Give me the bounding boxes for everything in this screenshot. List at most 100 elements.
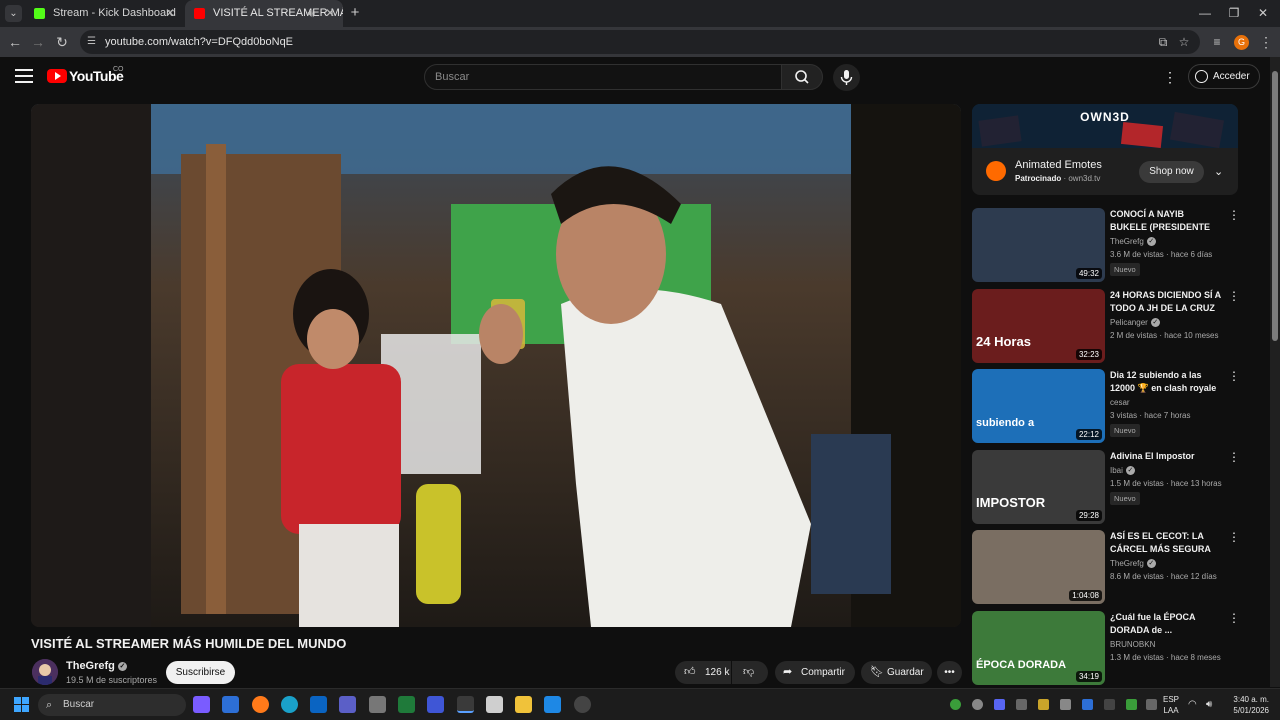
recommendation-card[interactable]: subiendo a 22:12 Dia 12 subiendo a las 120… — [972, 369, 1242, 443]
subscribe-button[interactable]: Suscribirse — [166, 661, 235, 684]
recommendation-title[interactable]: ASÍ ES EL CECOT: LA CÁRCEL MÁS SEGURA D.… — [1110, 530, 1222, 556]
copilot-icon[interactable] — [193, 696, 210, 713]
video-thumbnail[interactable]: subiendo a 22:12 — [972, 369, 1105, 443]
tab-search-button[interactable]: ⌄ — [5, 5, 22, 22]
tab-youtube-video[interactable]: VISITÉ AL STREAMER MÁS H 🔊︎ ✕ — [185, 0, 343, 27]
app-icon[interactable] — [486, 696, 503, 713]
microsoft-store-icon[interactable] — [222, 696, 239, 713]
tray-icon[interactable] — [1060, 699, 1071, 710]
firefox-icon[interactable] — [252, 696, 269, 713]
media-controls-icon[interactable]: ≡ — [1207, 32, 1227, 52]
outlook-icon[interactable] — [310, 696, 327, 713]
volume-icon[interactable]: 🔊︎ — [1206, 699, 1217, 710]
system-clock[interactable]: 3:40 a. m. 5/01/2026 — [1225, 694, 1269, 716]
video-player[interactable] — [31, 104, 961, 627]
site-info-icon[interactable]: ☰ — [87, 36, 99, 48]
recommendation-channel[interactable]: cesar — [1110, 398, 1130, 407]
input-language[interactable]: ESP LAA — [1163, 694, 1179, 716]
scrollbar-thumb[interactable] — [1272, 71, 1278, 341]
recommendation-card[interactable]: IMPOSTOR 29:28 Adivina El Impostor Ibai ✓ 1.5… — [972, 450, 1242, 524]
close-window-button[interactable]: ✕ — [1246, 0, 1280, 27]
profile-avatar[interactable]: G — [1234, 35, 1249, 50]
channel-name-text[interactable]: TheGrefg — [66, 660, 115, 672]
app-icon[interactable] — [544, 696, 561, 713]
recommendation-card[interactable]: 24 Horas 32:23 24 HORAS DICIENDO SÍ A TODO… — [972, 289, 1242, 363]
video-thumbnail[interactable]: 24 Horas 32:23 — [972, 289, 1105, 363]
kebab-menu-icon[interactable]: ⋮ — [1228, 289, 1240, 303]
browser-menu-icon[interactable]: ⋮ — [1256, 32, 1276, 52]
bookmark-star-icon[interactable]: ☆ — [1174, 32, 1194, 52]
recommendation-title[interactable]: CONOCÍ A NAYIB BUKELE (PRESIDENTE DE EL … — [1110, 208, 1222, 234]
dislike-button[interactable]: 👎︎ — [732, 661, 768, 684]
voice-search-button[interactable] — [833, 64, 860, 91]
recommendation-title[interactable]: ¿Cuál fue la ÉPOCA DORADA de ... — [1110, 611, 1222, 637]
reload-button[interactable]: ↻ — [52, 32, 72, 52]
tray-icon[interactable] — [1016, 699, 1027, 710]
app-icon[interactable] — [427, 696, 444, 713]
kebab-menu-icon[interactable]: ⋮ — [1228, 369, 1240, 383]
search-button[interactable] — [781, 64, 823, 90]
recommendation-card[interactable]: ÉPOCA DORADA 34:19 ¿Cuál fue la ÉPOCA DORA… — [972, 611, 1242, 685]
tray-icon[interactable] — [1038, 699, 1049, 710]
close-icon[interactable]: ✕ — [165, 0, 175, 27]
save-button[interactable]: 🔖︎ Guardar — [861, 661, 932, 684]
hamburger-menu-icon[interactable] — [15, 69, 33, 83]
recommendation-title[interactable]: Dia 12 subiendo a las 12000 🏆 en clash r… — [1110, 369, 1222, 395]
video-thumbnail[interactable]: 49:32 — [972, 208, 1105, 282]
chrome-icon[interactable] — [457, 696, 474, 713]
channel-avatar[interactable] — [32, 659, 58, 685]
tray-icon[interactable] — [1146, 699, 1157, 710]
close-icon[interactable]: ✕ — [325, 0, 335, 27]
page-scrollbar[interactable] — [1270, 57, 1280, 687]
chevron-down-icon[interactable]: ⌄ — [1214, 161, 1223, 183]
recommendation-card[interactable]: 1:04:08 ASÍ ES EL CECOT: LA CÁRCEL MÁS SE… — [972, 530, 1242, 604]
ad-title[interactable]: Animated Emotes — [1015, 159, 1102, 171]
youtube-logo-icon[interactable] — [47, 69, 67, 83]
back-button[interactable]: ← — [5, 32, 25, 52]
kebab-menu-icon[interactable]: ⋮ — [1228, 450, 1240, 464]
edge-icon[interactable] — [281, 696, 298, 713]
calculator-icon[interactable] — [369, 696, 386, 713]
channel-name-text[interactable]: Ibai — [1110, 466, 1123, 475]
video-thumbnail[interactable]: IMPOSTOR 29:28 — [972, 450, 1105, 524]
kebab-menu-icon[interactable]: ⋮ — [1228, 611, 1240, 625]
recommendation-title[interactable]: Adivina El Impostor — [1110, 450, 1222, 463]
obs-icon[interactable] — [574, 696, 591, 713]
shop-now-button[interactable]: Shop now — [1139, 161, 1204, 183]
taskbar-search-box[interactable]: ⌕ Buscar — [38, 694, 186, 716]
windows-start-icon[interactable] — [14, 697, 30, 713]
search-input[interactable]: Buscar — [424, 64, 782, 90]
kebab-menu-icon[interactable]: ⋮ — [1228, 208, 1240, 222]
share-button[interactable]: ➦ Compartir — [775, 661, 855, 684]
excel-icon[interactable] — [398, 696, 415, 713]
address-bar[interactable]: ☰ youtube.com/watch?v=DFQdd0boNqE ⧉ ☆ — [80, 30, 1200, 54]
sign-in-button[interactable]: Acceder — [1188, 64, 1260, 89]
more-actions-button[interactable]: ••• — [937, 661, 962, 684]
nvidia-icon[interactable] — [1126, 699, 1137, 710]
channel-name-text[interactable]: BRUNOBKN — [1110, 640, 1155, 649]
like-button[interactable]: 👍︎ 126 k — [675, 661, 731, 684]
channel-name[interactable]: TheGrefg ✓ — [66, 660, 127, 672]
recommendation-card[interactable]: 49:32 CONOCÍ A NAYIB BUKELE (PRESIDENTE D… — [972, 208, 1242, 282]
video-thumbnail[interactable]: ÉPOCA DORADA 34:19 — [972, 611, 1105, 685]
channel-name-text[interactable]: TheGrefg — [1110, 559, 1144, 568]
tray-icon[interactable] — [972, 699, 983, 710]
tray-icon[interactable] — [950, 699, 961, 710]
tray-icon[interactable] — [1104, 699, 1115, 710]
forward-button[interactable]: → — [28, 32, 48, 52]
recommendation-channel[interactable]: Ibai ✓ — [1110, 466, 1135, 475]
channel-name-text[interactable]: cesar — [1110, 398, 1130, 407]
wifi-icon[interactable]: ◠ — [1188, 699, 1199, 710]
recommendation-title[interactable]: 24 HORAS DICIENDO SÍ A TODO A JH DE LA C… — [1110, 289, 1222, 315]
teams-icon[interactable] — [339, 696, 356, 713]
url-text[interactable]: youtube.com/watch?v=DFQdd0boNqE — [105, 30, 293, 54]
audio-playing-icon[interactable]: 🔊︎ — [307, 0, 315, 27]
recommendation-channel[interactable]: TheGrefg ✓ — [1110, 559, 1156, 568]
discord-icon[interactable] — [994, 699, 1005, 710]
install-app-icon[interactable]: ⧉ — [1153, 32, 1173, 52]
recommendation-channel[interactable]: BRUNOBKN — [1110, 640, 1155, 649]
settings-menu-icon[interactable]: ⋮ — [1163, 68, 1177, 86]
new-tab-button[interactable]: + — [346, 4, 364, 22]
tab-kick-dashboard[interactable]: Stream - Kick Dashboard ✕ — [25, 0, 183, 27]
channel-name-text[interactable]: TheGrefg — [1110, 237, 1144, 246]
